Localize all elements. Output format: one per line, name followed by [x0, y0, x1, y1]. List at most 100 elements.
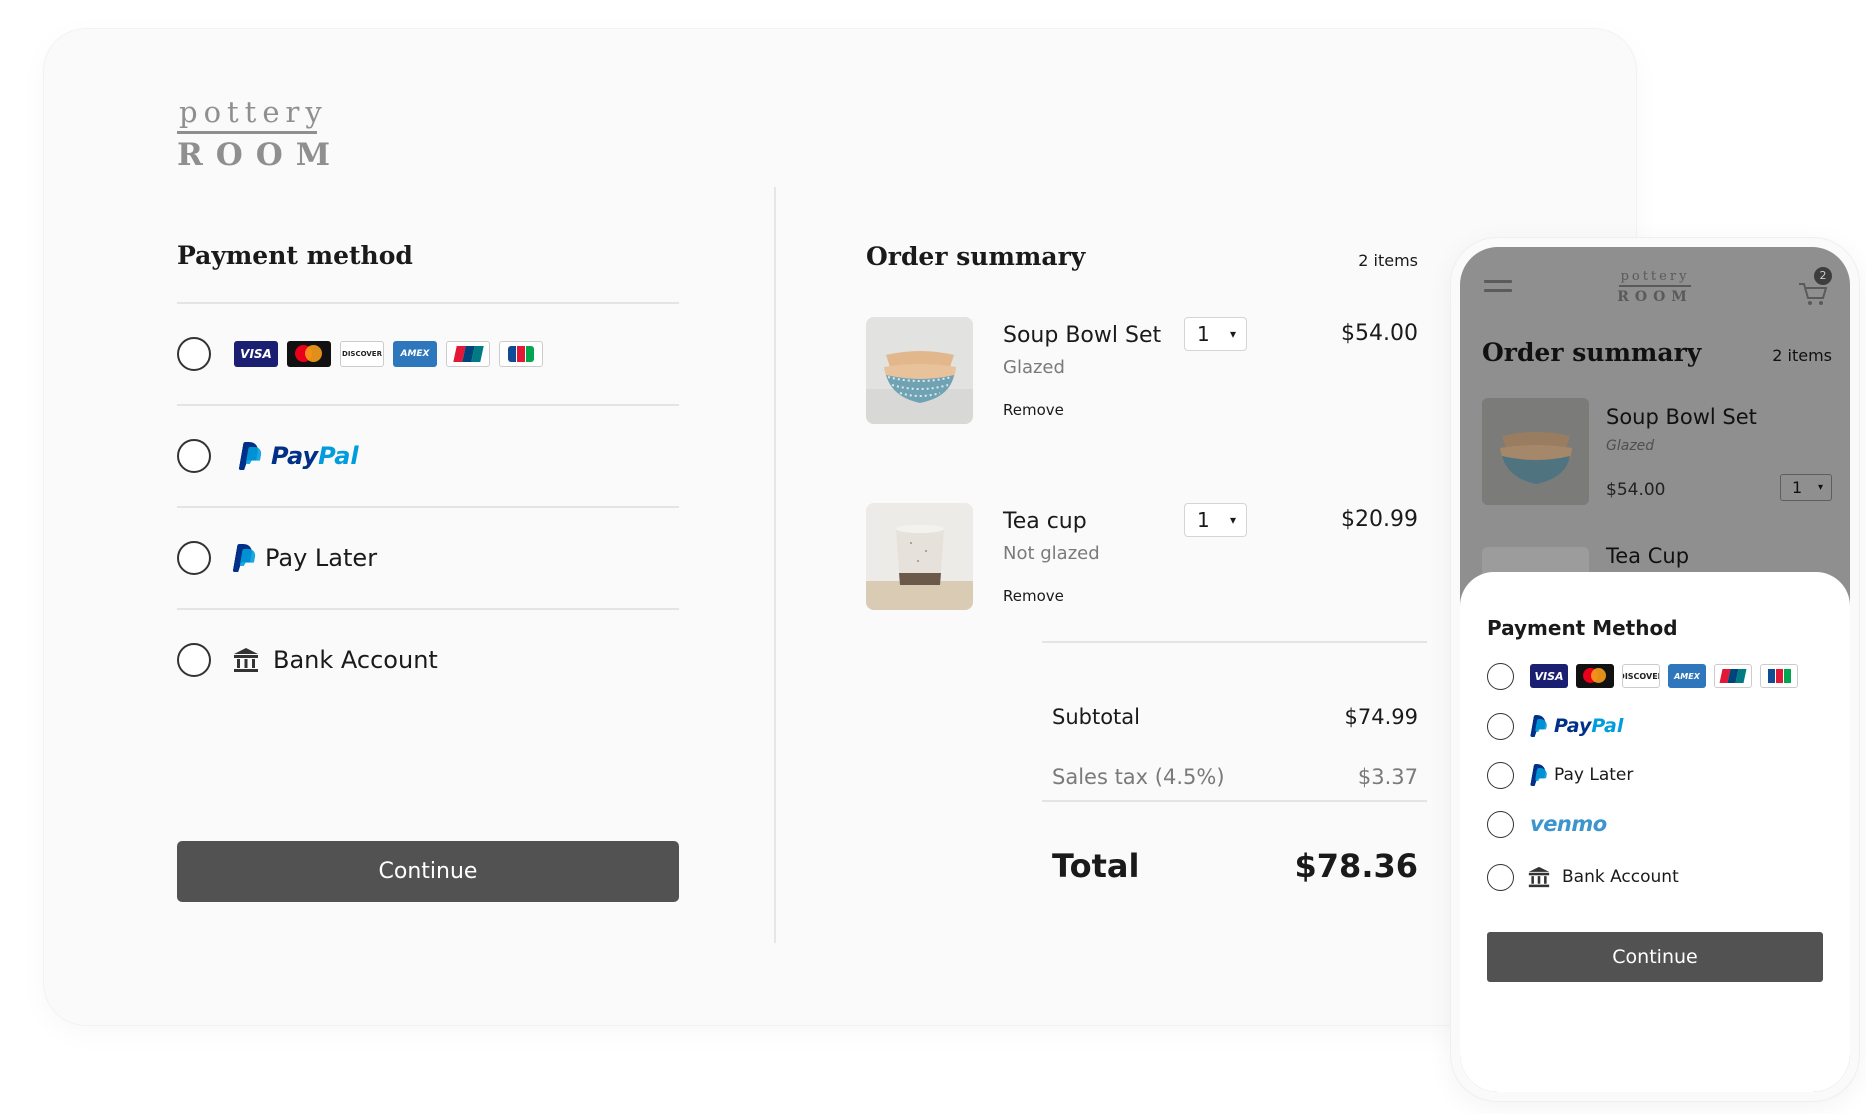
order-item: Soup Bowl Set Glazed Remove 1 $54.00 — [866, 317, 1418, 427]
mobile-soup-bowl-image — [1482, 398, 1589, 505]
mobile-paypal-logo: Pay Pal — [1530, 715, 1623, 737]
mobile-payment-title: Payment Method — [1487, 616, 1678, 640]
quantity-select[interactable]: 1 — [1184, 317, 1247, 351]
item-price: $54.00 — [1341, 321, 1418, 346]
mobile-pay-later-label: Pay Later — [1554, 765, 1634, 785]
mobile-option-venmo[interactable]: venmo — [1487, 810, 1827, 838]
mastercard-icon — [1576, 664, 1614, 688]
mobile-option-bank[interactable]: Bank Account — [1487, 863, 1827, 891]
visa-icon: VISA — [234, 341, 278, 367]
brand-logo-line2: ROOM — [177, 137, 344, 173]
mobile-brand-line1: pottery — [1620, 269, 1690, 284]
mobile-screen: pottery ROOM 2 Order summary 2 items Sou… — [1460, 247, 1850, 1092]
mobile-option-pay-later[interactable]: Pay Later — [1487, 761, 1827, 789]
mobile-bank-label: Bank Account — [1562, 867, 1679, 887]
mobile-item-count: 2 items — [1772, 346, 1832, 365]
total-value: $78.36 — [1294, 847, 1418, 885]
column-divider — [774, 187, 776, 943]
mobile-item-name-2: Tea Cup — [1606, 544, 1690, 568]
subtotal-value: $74.99 — [1344, 705, 1418, 729]
payment-option-paypal[interactable]: Pay Pal — [177, 404, 679, 506]
mobile-continue-button[interactable]: Continue — [1487, 932, 1823, 982]
discover-icon: DISCOVER — [1622, 664, 1660, 688]
tax-label: Sales tax (4.5%) — [1052, 765, 1225, 789]
mobile-brand-rule — [1619, 285, 1691, 287]
paypal-logo: Pay Pal — [239, 442, 359, 470]
paypal-icon — [239, 442, 261, 470]
brand-logo: pottery ROOM — [177, 95, 343, 172]
order-item-count: 2 items — [1358, 251, 1418, 270]
mobile-quantity-select[interactable]: 1 — [1780, 474, 1832, 501]
paypal-word-pay: Pay — [271, 442, 319, 470]
paypal-icon — [1530, 764, 1548, 786]
jcb-icon — [499, 341, 543, 367]
pay-later-label: Pay Later — [265, 544, 378, 572]
tax-value: $3.37 — [1357, 765, 1418, 789]
jcb-icon — [1760, 664, 1798, 688]
payment-method-title: Payment method — [177, 241, 413, 270]
mobile-paypal-word-pal: Pal — [1591, 715, 1624, 737]
item-price: $20.99 — [1341, 507, 1418, 532]
item-name: Soup Bowl Set — [1003, 323, 1162, 348]
subtotal-label: Subtotal — [1052, 705, 1140, 729]
item-variant: Not glazed — [1003, 543, 1100, 564]
item-variant: Glazed — [1003, 357, 1065, 378]
quantity-select[interactable]: 1 — [1184, 503, 1247, 537]
mobile-radio-cards[interactable] — [1487, 662, 1514, 690]
radio-cards[interactable] — [177, 337, 211, 371]
mobile-radio-paypal[interactable] — [1487, 712, 1514, 740]
mobile-radio-venmo[interactable] — [1487, 810, 1514, 838]
continue-button[interactable]: Continue — [177, 841, 679, 902]
desktop-checkout-card: pottery ROOM Payment method VISA DISCOVE… — [44, 29, 1636, 1025]
payment-bottom-sheet: Payment Method VISA DISCOVER AMEX — [1460, 572, 1850, 1092]
mobile-option-paypal[interactable]: Pay Pal — [1487, 712, 1827, 740]
subtotal-row: Subtotal $74.99 — [1052, 705, 1418, 729]
mobile-payment-options: VISA DISCOVER AMEX PayPal — [1487, 647, 1827, 891]
mobile-card-logos: VISA DISCOVER AMEX — [1530, 664, 1798, 688]
mobile-brand-logo: pottery ROOM — [1460, 269, 1850, 305]
mobile-radio-bank[interactable] — [1487, 863, 1514, 891]
order-item: Tea cup Not glazed Remove 1 $20.99 — [866, 503, 1418, 613]
order-summary-title: Order summary — [866, 242, 1086, 271]
payment-option-bank[interactable]: Bank Account — [177, 608, 679, 710]
brand-logo-rule — [177, 131, 317, 134]
mobile-paypal-word-pay: Pay — [1554, 715, 1592, 737]
mastercard-icon — [287, 341, 331, 367]
mobile-item-variant: Glazed — [1606, 438, 1655, 454]
payment-option-cards[interactable]: VISA DISCOVER AMEX — [177, 302, 679, 404]
tax-row: Sales tax (4.5%) $3.37 — [1052, 765, 1418, 789]
mobile-option-cards[interactable]: VISA DISCOVER AMEX — [1487, 662, 1827, 690]
mobile-item-price: $54.00 — [1606, 480, 1666, 500]
total-label: Total — [1052, 847, 1140, 885]
item-name: Tea cup — [1003, 509, 1087, 534]
discover-icon: DISCOVER — [340, 341, 384, 367]
mobile-device: pottery ROOM 2 Order summary 2 items Sou… — [1451, 238, 1859, 1101]
mobile-brand-line2: ROOM — [1617, 288, 1693, 305]
amex-icon: AMEX — [1668, 664, 1706, 688]
summary-divider — [1042, 641, 1427, 643]
cart-count-badge: 2 — [1814, 267, 1832, 285]
amex-icon: AMEX — [393, 341, 437, 367]
bank-account-label: Bank Account — [273, 646, 438, 674]
visa-icon: VISA — [1530, 664, 1568, 688]
paypal-word-pal: Pal — [318, 442, 359, 470]
unionpay-icon — [1714, 664, 1752, 688]
unionpay-icon — [446, 341, 490, 367]
remove-link[interactable]: Remove — [1003, 401, 1064, 419]
total-row: Total $78.36 — [1052, 847, 1418, 885]
radio-paypal[interactable] — [177, 439, 211, 473]
remove-link[interactable]: Remove — [1003, 587, 1064, 605]
mobile-order-summary-title: Order summary — [1482, 338, 1702, 367]
mobile-pay-later-logo — [1530, 764, 1554, 786]
bank-icon — [1528, 866, 1550, 888]
mobile-radio-pay-later[interactable] — [1487, 761, 1514, 789]
radio-pay-later[interactable] — [177, 541, 211, 575]
payment-options: VISA DISCOVER AMEX Pay Pal Pay Later Ban… — [177, 302, 679, 710]
card-logos: VISA DISCOVER AMEX — [234, 341, 543, 367]
bank-icon — [233, 647, 259, 673]
radio-bank[interactable] — [177, 643, 211, 677]
total-divider — [1042, 800, 1427, 802]
payment-option-pay-later[interactable]: Pay Later — [177, 506, 679, 608]
paypal-icon — [233, 544, 255, 572]
paypal-icon — [1530, 715, 1548, 737]
